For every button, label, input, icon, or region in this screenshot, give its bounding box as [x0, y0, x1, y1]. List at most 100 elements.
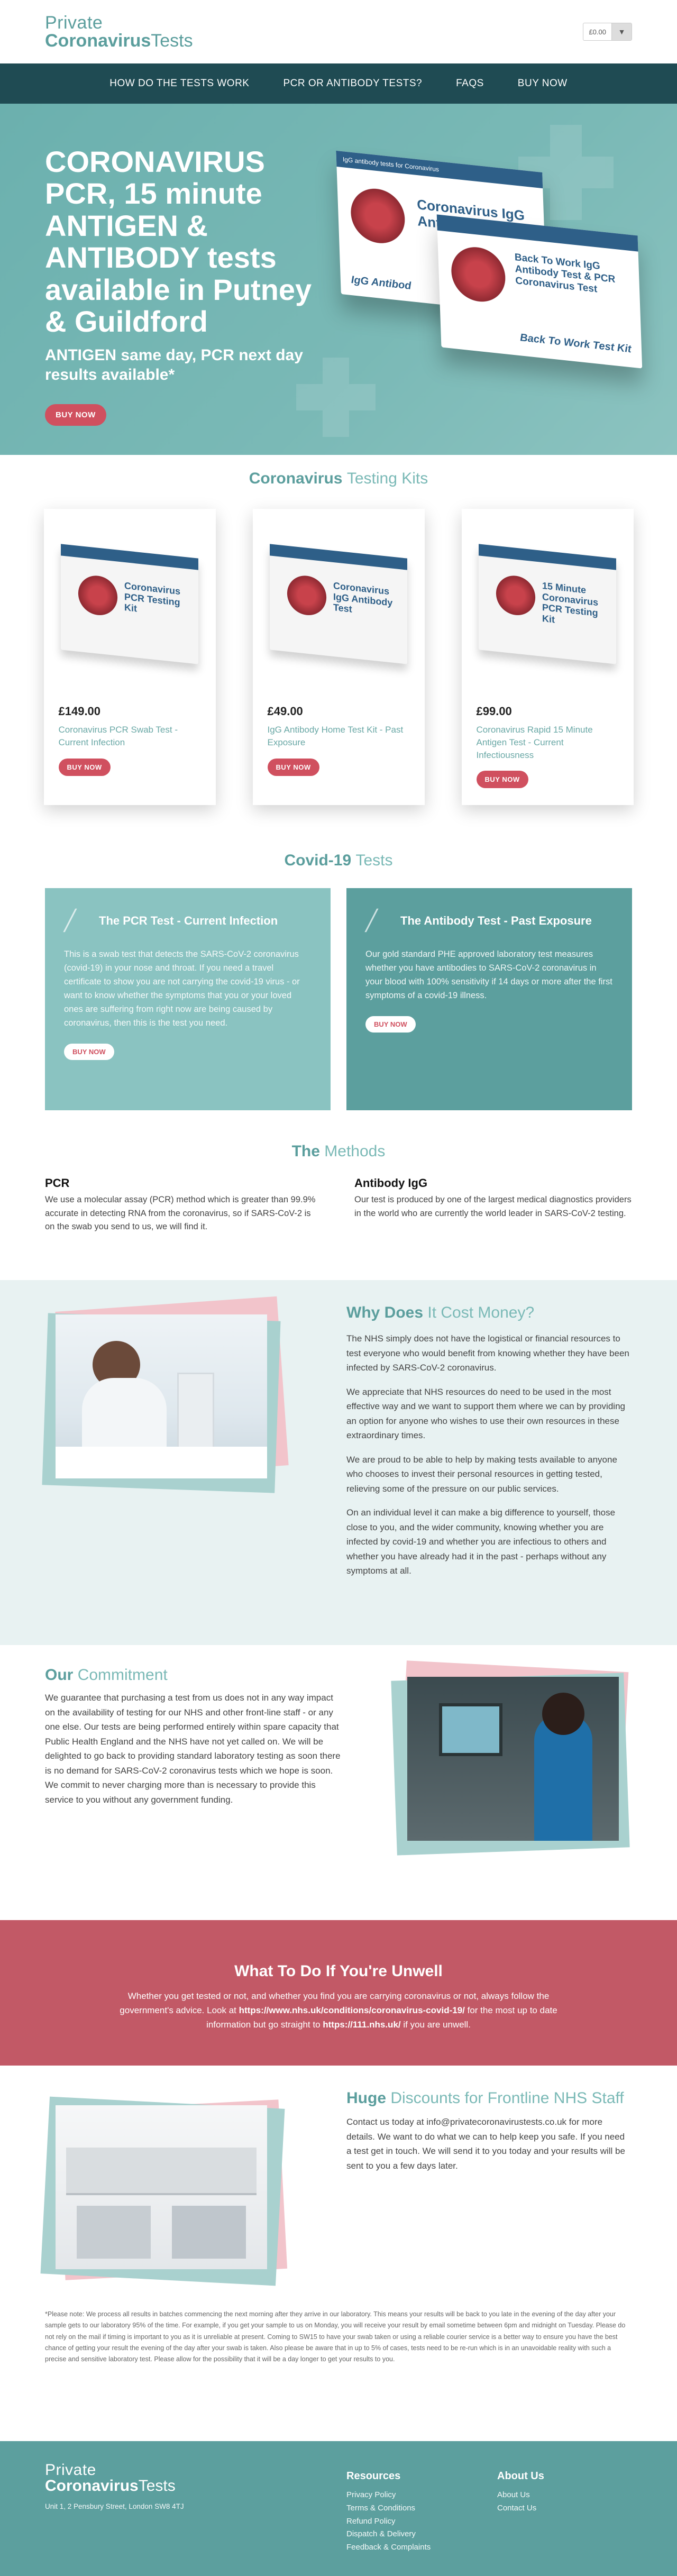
title-part-a: Covid-19	[284, 852, 352, 869]
logo-line-2: CoronavirusTests	[45, 32, 193, 50]
paragraph: We are proud to be able to help by makin…	[346, 1454, 617, 1494]
paragraph: Contact us today at info@privatecoronavi…	[346, 2117, 625, 2171]
virus-icon	[495, 572, 537, 619]
card-body: This is a swab test that detects the SAR…	[64, 949, 300, 1028]
paragraph: The NHS simply does not have the logisti…	[346, 1333, 629, 1373]
kit-buy-now-button[interactable]: BUY NOW	[267, 758, 319, 776]
pcr-buy-now-button[interactable]: BUY NOW	[64, 1044, 114, 1061]
hero-text: CORONAVIRUS PCR, 15 minute ANTIGEN & ANT…	[45, 145, 341, 426]
title-part-b: Commitment	[77, 1666, 168, 1684]
section-title: Huge Discounts for Frontline NHS Staff	[346, 2089, 632, 2107]
footer-column-title: About Us	[497, 2470, 544, 2482]
commitment-text: Our Commitment We guarantee that purchas…	[45, 1666, 341, 1807]
hero-buy-now-button[interactable]: BUY NOW	[45, 404, 106, 426]
hero-section: CORONAVIRUS PCR, 15 minute ANTIGEN & ANT…	[0, 104, 677, 455]
kit-image[interactable]: Coronavirus IgG Antibody Test	[268, 525, 410, 683]
logo-line-2-bold: Coronavirus	[45, 2477, 139, 2495]
box-footer: Back To Work Test Kit	[519, 332, 632, 355]
test-tube-icon: ╱	[365, 910, 378, 932]
kit-name-link[interactable]: Coronavirus PCR Swab Test - Current Infe…	[59, 724, 201, 749]
testing-kits-section: Coronavirus Testing Kits Coronavirus PCR…	[0, 455, 677, 841]
logo-line-2-rest: Tests	[151, 31, 193, 51]
kit-card: Coronavirus PCR Testing Kit £149.00 Coro…	[43, 509, 216, 805]
footer-link-refund[interactable]: Refund Policy	[346, 2515, 431, 2528]
nav-buy-now[interactable]: BUY NOW	[501, 78, 584, 89]
kit-grid: Coronavirus PCR Testing Kit £149.00 Coro…	[0, 509, 677, 805]
kit-buy-now-button[interactable]: BUY NOW	[476, 771, 528, 789]
cart-widget[interactable]: £0.00 ▼	[583, 23, 632, 41]
kit-buy-now-button[interactable]: BUY NOW	[58, 758, 111, 776]
why-cost-text: Why Does It Cost Money? The NHS simply d…	[346, 1304, 632, 1578]
kit-price: £99.00	[476, 705, 512, 718]
nav-pcr-or-antibody[interactable]: PCR OR ANTIBODY TESTS?	[266, 78, 439, 89]
site-footer: Private CoronavirusTests Unit 1, 2 Pensb…	[0, 2441, 677, 2576]
nhs-link[interactable]: https://www.nhs.uk/conditions/coronaviru…	[239, 2005, 465, 2015]
logo-line-2-rest: Tests	[138, 2477, 176, 2495]
unwell-section: What To Do If You're Unwell Whether you …	[0, 1920, 677, 2066]
cart-amount: £0.00	[589, 28, 606, 36]
kit-name-link[interactable]: IgG Antibody Home Test Kit - Past Exposu…	[268, 724, 410, 749]
site-logo[interactable]: Private CoronavirusTests	[45, 14, 193, 50]
nhs-111-link[interactable]: https://111.nhs.uk/	[323, 2020, 400, 2030]
covid-test-cards: ╱ The PCR Test - Current Infection This i…	[45, 888, 632, 1110]
title-part-b: Testing Kits	[346, 470, 428, 487]
title-part-a: Coronavirus	[249, 470, 343, 487]
section-title: Our Commitment	[45, 1666, 341, 1684]
box-title: Back To Work IgG Antibody Test & PCR Cor…	[514, 251, 616, 295]
logo-line-2-bold: Coronavirus	[45, 31, 151, 51]
kit-box-title: Coronavirus IgG Antibody Test	[333, 580, 393, 615]
section-title: What To Do If You're Unwell	[234, 1962, 443, 1980]
nav-faqs[interactable]: FAQS	[439, 78, 501, 89]
kit-card: 15 Minute Coronavirus PCR Testing Kit £9…	[461, 509, 634, 805]
method-pcr: PCR We use a molecular assay (PCR) metho…	[45, 1176, 323, 1234]
title-part-b: Tests	[355, 852, 393, 869]
title-part-b: Discounts for Frontline NHS Staff	[390, 2089, 624, 2107]
kit-image[interactable]: 15 Minute Coronavirus PCR Testing Kit	[477, 525, 619, 683]
footer-link-privacy[interactable]: Privacy Policy	[346, 2489, 431, 2502]
box-footer: IgG Antibod	[351, 273, 411, 293]
antibody-buy-now-button[interactable]: BUY NOW	[365, 1016, 416, 1033]
back-to-work-box: Back To Work IgG Antibody Test & PCR Cor…	[436, 214, 643, 369]
card-body: Our gold standard PHE approved laborator…	[365, 949, 612, 1001]
hero-product-image: IgG antibody tests for Coronavirus Coron…	[336, 150, 651, 384]
virus-icon	[286, 572, 328, 619]
title-part-a: Huge	[346, 2089, 386, 2107]
virus-icon	[77, 572, 119, 619]
method-body: We use a molecular assay (PCR) method wh…	[45, 1195, 316, 1232]
footer-link-feedback[interactable]: Feedback & Complaints	[346, 2541, 431, 2554]
footer-resources: Resources Privacy Policy Terms & Conditi…	[346, 2470, 431, 2554]
text-part: if you are unwell.	[400, 2020, 471, 2030]
section-title: The Methods	[45, 1143, 632, 1161]
laboratory-photo	[56, 2105, 267, 2269]
bag-icon[interactable]: ▼	[611, 23, 632, 40]
paragraph: We appreciate that NHS resources do need…	[346, 1386, 625, 1441]
unwell-body: Whether you get tested or not, and wheth…	[111, 1989, 566, 2032]
footer-link-about[interactable]: About Us	[497, 2489, 544, 2502]
kit-name-link[interactable]: Coronavirus Rapid 15 Minute Antigen Test…	[477, 724, 619, 761]
footer-link-terms[interactable]: Terms & Conditions	[346, 2502, 431, 2515]
footer-link-dispatch[interactable]: Dispatch & Delivery	[346, 2528, 431, 2541]
virus-icon	[347, 184, 408, 249]
kit-image[interactable]: Coronavirus PCR Testing Kit	[59, 525, 201, 683]
paragraph: We guarantee that purchasing a test from…	[45, 1693, 341, 1805]
nav-how-tests-work[interactable]: HOW DO THE TESTS WORK	[93, 78, 266, 89]
covid-tests-section: Covid-19 Tests ╱ The PCR Test - Current I…	[0, 841, 677, 1137]
why-cost-section: Why Does It Cost Money? The NHS simply d…	[0, 1280, 677, 1645]
section-title: Covid-19 Tests	[45, 852, 632, 870]
virus-icon	[448, 242, 509, 307]
commitment-section: Our Commitment We guarantee that purchas…	[0, 1645, 677, 1920]
logo-line-1: Private	[45, 13, 103, 33]
kit-box-title: 15 Minute Coronavirus PCR Testing Kit	[542, 580, 599, 625]
kit-card: Coronavirus IgG Antibody Test £49.00 IgG…	[252, 509, 425, 805]
method-antibody: Antibody IgG Our test is produced by one…	[354, 1176, 632, 1234]
title-part-a: The	[291, 1143, 320, 1160]
card-title: The Antibody Test - Past Exposure	[400, 914, 592, 927]
kit-price: £49.00	[267, 705, 303, 718]
kit-price: £149.00	[58, 705, 101, 718]
hero-subhead: ANTIGEN same day, PCR next day results a…	[45, 346, 303, 384]
footer-about: About Us About Us Contact Us	[497, 2470, 544, 2515]
footer-link-contact[interactable]: Contact Us	[497, 2502, 544, 2515]
paragraph: On an individual level it can make a big…	[346, 1508, 616, 1576]
site-header: Private CoronavirusTests £0.00 ▼	[0, 0, 677, 63]
title-part-a: Our	[45, 1666, 74, 1684]
